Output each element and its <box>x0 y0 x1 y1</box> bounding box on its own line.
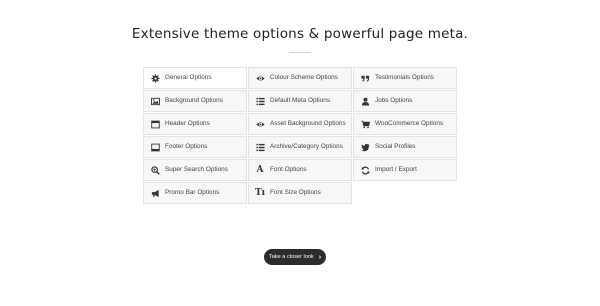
option-social-profiles[interactable]: Social Profiles <box>353 136 457 158</box>
option-label: General Options <box>165 73 212 81</box>
list-icon <box>255 142 265 152</box>
option-label: Archive/Category Options <box>270 142 343 150</box>
option-label: Font Size Options <box>270 188 321 196</box>
option-label: Font Options <box>270 165 307 173</box>
font-size-icon: Tı <box>254 187 266 198</box>
option-label: Promo Bar Options <box>165 188 220 196</box>
option-import-export[interactable]: Import / Export <box>353 159 457 181</box>
header-window-icon <box>150 119 160 129</box>
option-colour-scheme-options[interactable]: Colour Scheme Options <box>248 67 352 89</box>
eye-icon <box>255 119 265 129</box>
refresh-icon <box>360 165 370 175</box>
option-label: Import / Export <box>375 165 417 173</box>
option-footer-options[interactable]: Footer Options <box>143 136 247 158</box>
option-background-options[interactable]: Background Options <box>143 90 247 112</box>
font-icon: A <box>256 164 264 175</box>
option-default-meta-options[interactable]: Default Meta Options <box>248 90 352 112</box>
image-icon <box>150 96 160 106</box>
option-header-options[interactable]: Header Options <box>143 113 247 135</box>
option-font-options[interactable]: A Font Options <box>248 159 352 181</box>
section-heading: Extensive theme options & powerful page … <box>131 26 469 42</box>
option-general-options[interactable]: General Options <box>143 67 247 89</box>
user-icon <box>360 96 370 106</box>
footer-window-icon <box>150 142 160 152</box>
option-label: Default Meta Options <box>270 96 331 104</box>
option-testimonials-options[interactable]: Testimonials Options <box>353 67 457 89</box>
option-super-search-options[interactable]: Super Search Options <box>143 159 247 181</box>
quote-icon <box>360 73 370 83</box>
eye-icon <box>255 73 265 83</box>
option-woocommerce-options[interactable]: WooCommerce Options <box>353 113 457 135</box>
chevron-right-icon: › <box>318 253 322 261</box>
option-label: Jobs Options <box>375 96 413 104</box>
gear-icon <box>150 73 160 83</box>
option-label: Footer Options <box>165 142 208 150</box>
megaphone-icon <box>150 188 160 198</box>
heading-divider <box>289 52 311 53</box>
option-label: Testimonials Options <box>375 73 434 81</box>
option-jobs-options[interactable]: Jobs Options <box>353 90 457 112</box>
take-a-closer-look-button[interactable]: Take a closer look › <box>264 249 326 265</box>
cart-icon <box>360 119 370 129</box>
search-icon <box>150 165 160 175</box>
option-label: Header Options <box>165 119 210 127</box>
option-label: Colour Scheme Options <box>270 73 338 81</box>
option-label: Background Options <box>165 96 223 104</box>
twitter-icon <box>360 142 370 152</box>
option-label: WooCommerce Options <box>375 119 444 127</box>
option-font-size-options[interactable]: Tı Font Size Options <box>248 182 352 204</box>
option-label: Asset Background Options <box>270 119 346 127</box>
option-archive-category-options[interactable]: Archive/Category Options <box>248 136 352 158</box>
option-label: Social Profiles <box>375 142 416 150</box>
list-icon <box>255 96 265 106</box>
option-asset-background-options[interactable]: Asset Background Options <box>248 113 352 135</box>
option-label: Super Search Options <box>165 165 228 173</box>
option-promo-bar-options[interactable]: Promo Bar Options <box>143 182 247 204</box>
cta-label: Take a closer look <box>268 254 314 260</box>
